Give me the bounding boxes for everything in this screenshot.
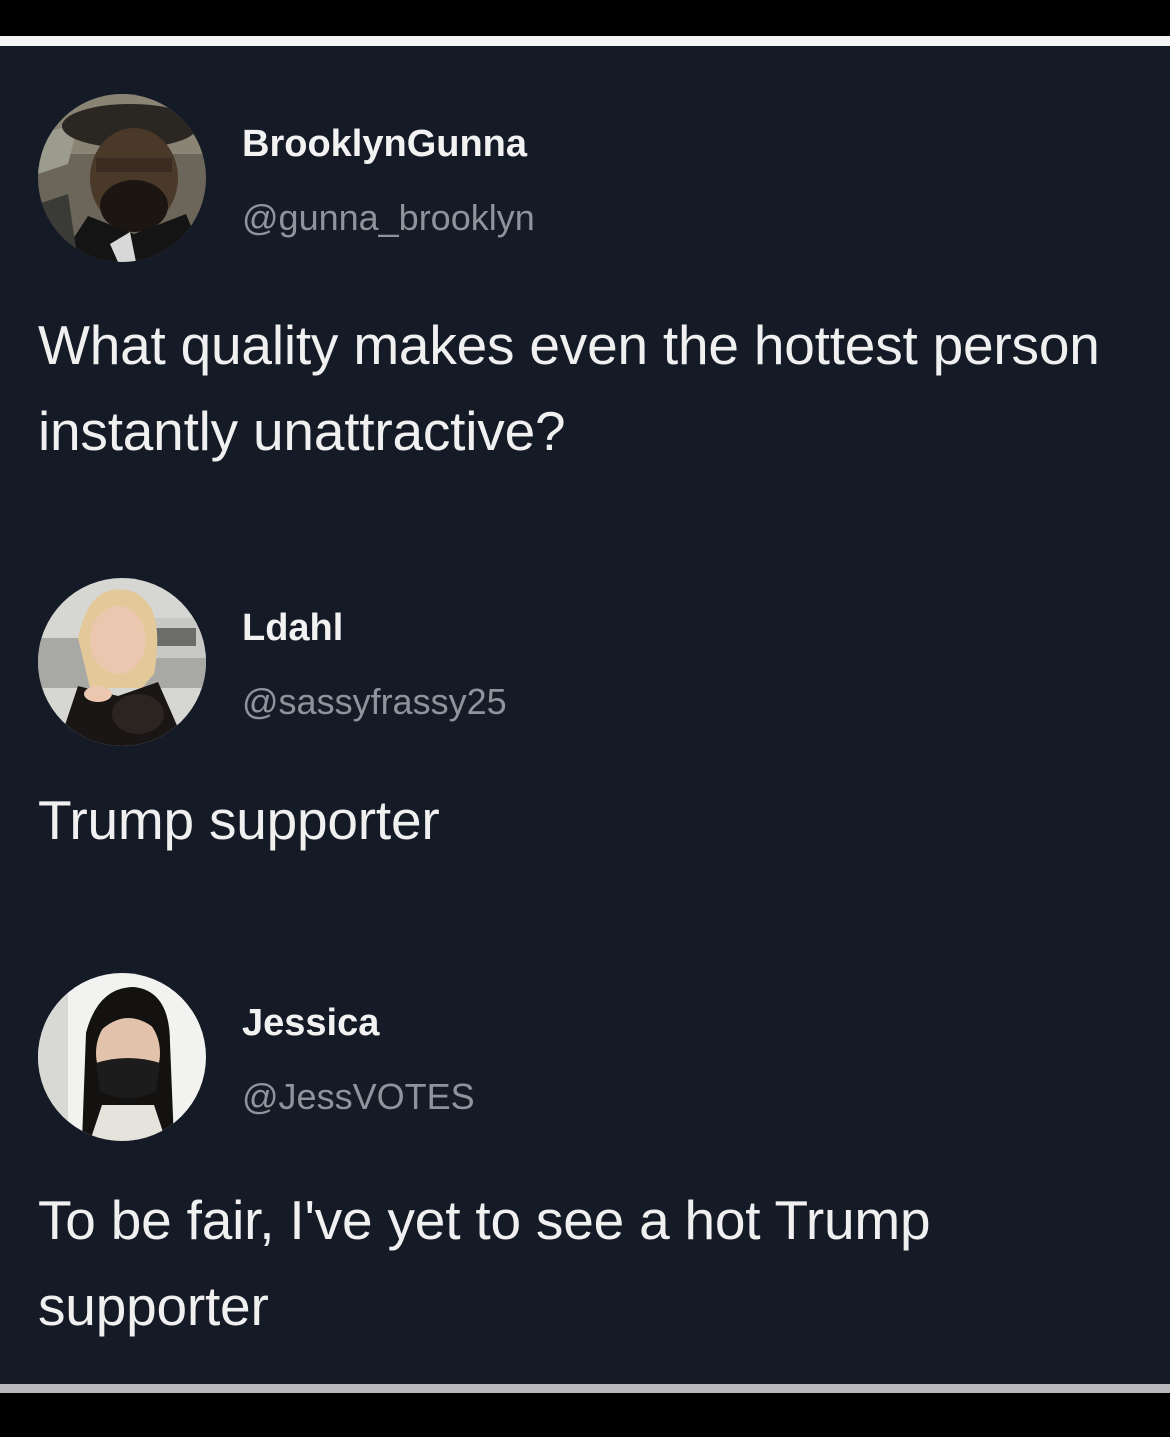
- avatar-ldahl[interactable]: [38, 578, 206, 746]
- bottom-divider: [0, 1384, 1170, 1393]
- tweet-text: To be fair, I've yet to see a hot Trump …: [38, 1189, 931, 1337]
- bottom-black-band: [0, 1393, 1170, 1437]
- top-black-band: [0, 0, 1170, 36]
- user-handle[interactable]: @JessVOTES: [242, 1075, 475, 1119]
- tweet-author[interactable]: Jessica @JessVOTES: [38, 973, 1148, 1141]
- profile-photo-masked-woman-icon: [38, 973, 206, 1141]
- tweet-reply-1: Ldahl @sassyfrassy25 Trump supporter: [38, 578, 1148, 863]
- profile-photo-man-icon: [38, 94, 206, 262]
- profile-photo-blonde-woman-icon: [38, 578, 206, 746]
- display-name[interactable]: Jessica: [242, 1001, 379, 1045]
- tweet-original: BrooklynGunna @gunna_brooklyn What quali…: [38, 94, 1148, 474]
- tweet-text: What quality makes even the hottest pers…: [38, 314, 1100, 462]
- avatar-jessica[interactable]: [38, 973, 206, 1141]
- top-divider: [0, 36, 1170, 46]
- tweet-reply-2: Jessica @JessVOTES To be fair, I've yet …: [38, 973, 1148, 1349]
- display-name[interactable]: BrooklynGunna: [242, 122, 527, 166]
- display-name[interactable]: Ldahl: [242, 606, 343, 650]
- user-handle[interactable]: @gunna_brooklyn: [242, 196, 535, 240]
- tweet-author[interactable]: BrooklynGunna @gunna_brooklyn: [38, 94, 1148, 262]
- tweet-author[interactable]: Ldahl @sassyfrassy25: [38, 578, 1148, 746]
- user-handle[interactable]: @sassyfrassy25: [242, 680, 507, 724]
- tweet-text: Trump supporter: [38, 789, 440, 851]
- avatar-brooklyngunna[interactable]: [38, 94, 206, 262]
